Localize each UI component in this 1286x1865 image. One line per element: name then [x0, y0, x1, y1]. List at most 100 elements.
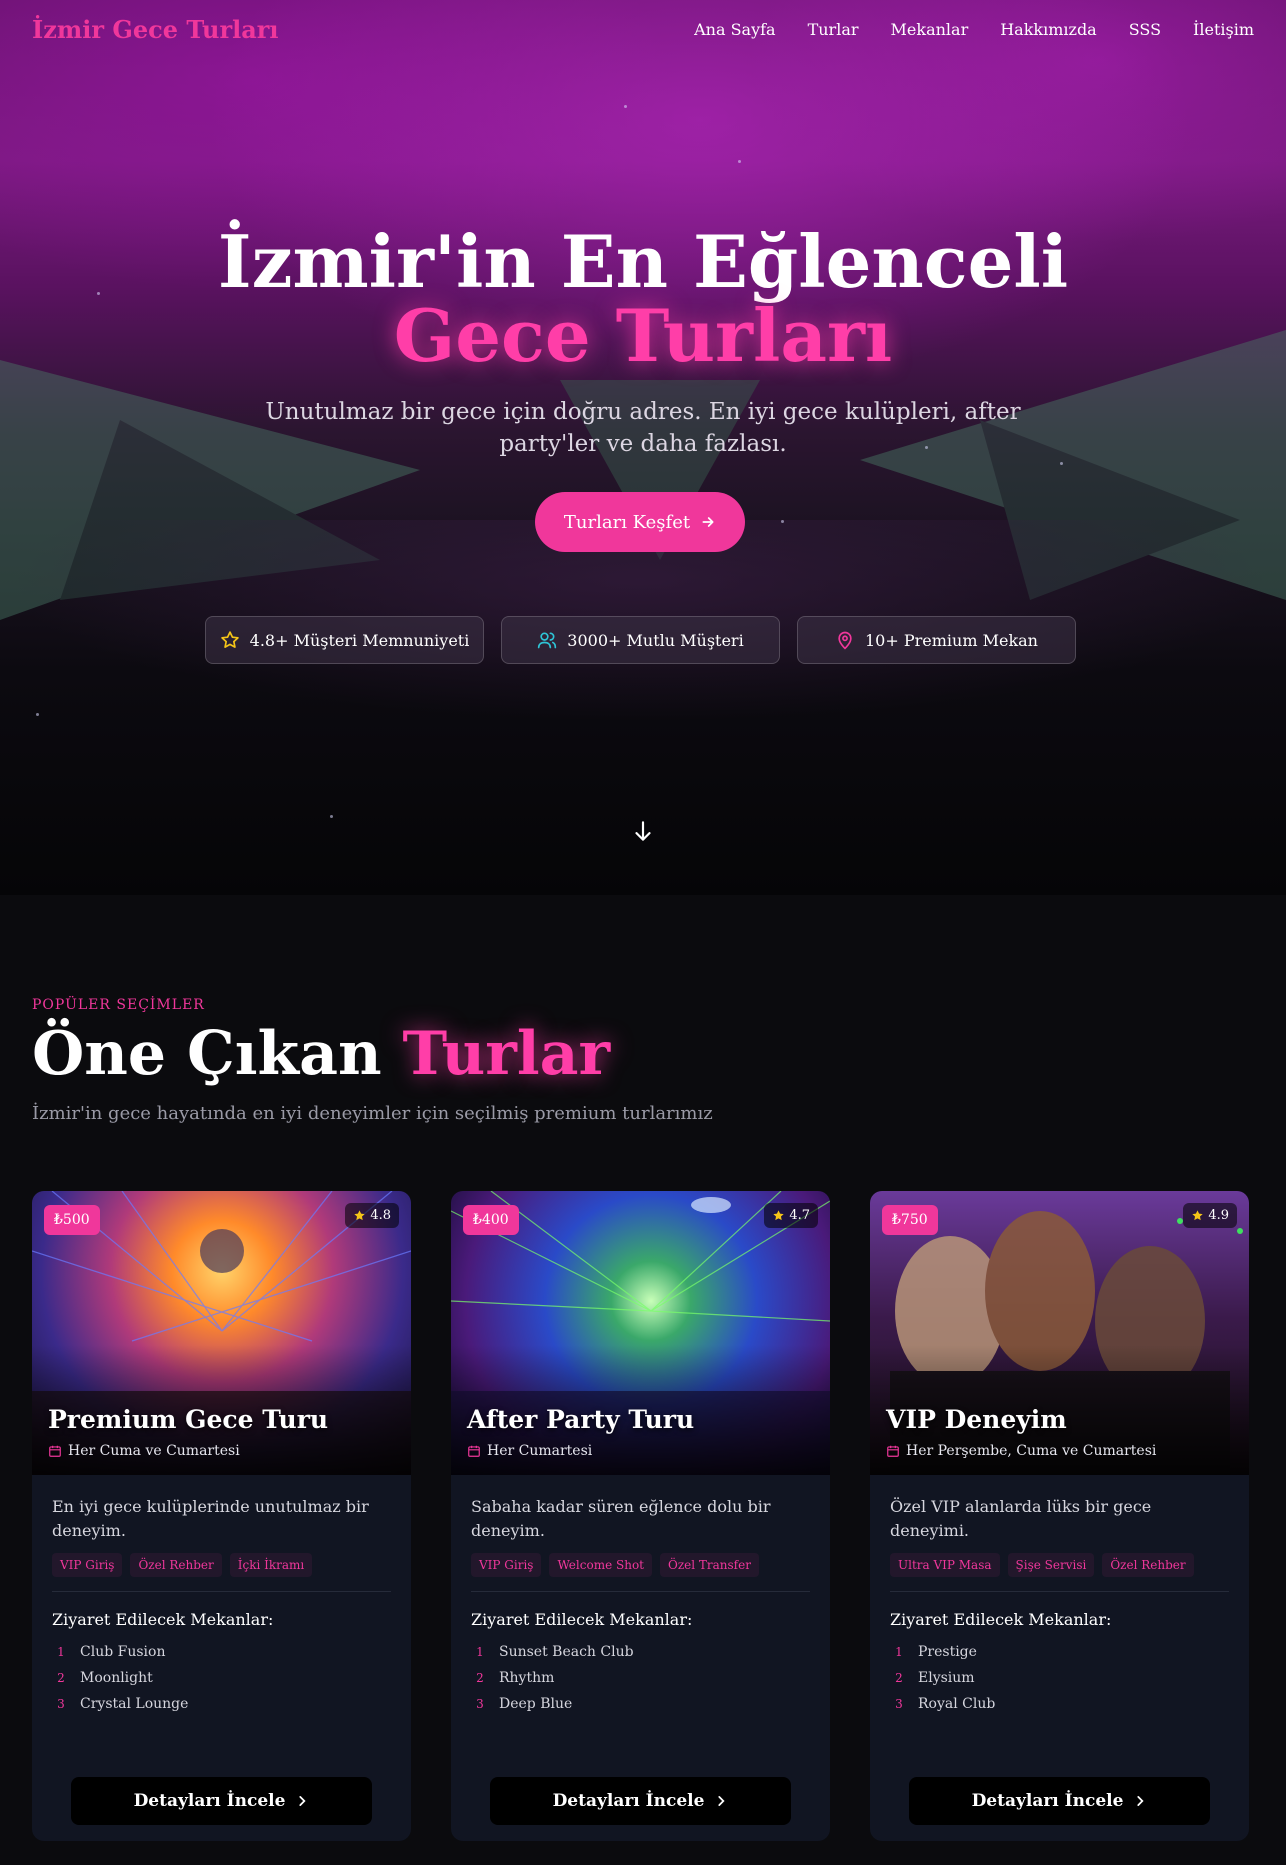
- tour-title: VIP Deneyim: [886, 1405, 1067, 1434]
- venue-number: 1: [895, 1645, 903, 1659]
- venue-number: 2: [57, 1671, 65, 1685]
- venues-heading: Ziyaret Edilecek Mekanlar:: [471, 1610, 693, 1629]
- venue-item: 3 Crystal Lounge: [52, 1691, 391, 1717]
- venue-number: 1: [476, 1645, 484, 1659]
- view-details-button[interactable]: Detayları İncele: [909, 1777, 1210, 1825]
- tour-schedule: Her Cuma ve Cumartesi: [48, 1443, 240, 1459]
- tour-description: Sabaha kadar süren eğlence dolu bir dene…: [471, 1497, 771, 1540]
- nav-link-contact[interactable]: İletişim: [1193, 20, 1254, 39]
- calendar-icon: [468, 1445, 480, 1457]
- top-navigation: İzmir Gece Turları Ana Sayfa Turlar Meka…: [0, 0, 1286, 58]
- map-pin-icon: [838, 631, 852, 650]
- tour-card: ₺400 4.7 After Party Turu Her Cumartesi …: [451, 1191, 830, 1841]
- price-badge: ₺400: [463, 1205, 519, 1235]
- venue-number: 2: [476, 1671, 484, 1685]
- hero-stats: 4.8+ Müşteri Memnuniyeti 3000+ Mutlu Müş…: [205, 616, 1076, 664]
- star-icon: [773, 1210, 784, 1221]
- calendar-icon: [49, 1445, 61, 1457]
- nav-link-home[interactable]: Ana Sayfa: [694, 20, 775, 39]
- arrow-right-icon: [702, 517, 714, 527]
- view-details-label: Detayları İncele: [552, 1791, 705, 1811]
- venues-heading: Ziyaret Edilecek Mekanlar:: [890, 1610, 1112, 1629]
- divider: [890, 1591, 1229, 1592]
- section-title: Öne Çıkan Turlar: [32, 1019, 610, 1089]
- star-icon: [1192, 1210, 1203, 1221]
- stat-venues: 10+ Premium Mekan: [797, 616, 1076, 664]
- featured-tours-section: POPÜLER SEÇİMLER Öne Çıkan Turlar İzmir'…: [0, 895, 1286, 1865]
- tour-card-body: Özel VIP alanlarda lüks bir gece deneyim…: [870, 1475, 1249, 1717]
- nav-link-tours[interactable]: Turlar: [808, 20, 859, 39]
- star-icon: [354, 1210, 365, 1221]
- calendar-icon: [887, 1445, 899, 1457]
- tour-image: ₺400 4.7 After Party Turu Her Cumartesi: [451, 1191, 830, 1475]
- venue-number: 3: [895, 1697, 903, 1711]
- explore-tours-button[interactable]: Turları Keşfet: [535, 492, 745, 552]
- tour-image: ₺750 4.9 VIP Deneyim Her Perşembe, Cuma …: [870, 1191, 1249, 1475]
- stat-satisfaction: 4.8+ Müşteri Memnuniyeti: [205, 616, 484, 664]
- venue-number: 2: [895, 1671, 903, 1685]
- tour-schedule-text: Her Perşembe, Cuma ve Cumartesi: [906, 1443, 1157, 1459]
- tour-card-body: En iyi gece kulüplerinde unutulmaz bir d…: [32, 1475, 411, 1717]
- rating-value: 4.8: [370, 1208, 391, 1223]
- venue-item: 3 Deep Blue: [471, 1691, 810, 1717]
- section-subtitle: İzmir'in gece hayatında en iyi deneyimle…: [32, 1103, 713, 1124]
- particle: [330, 815, 333, 818]
- view-details-button[interactable]: Detayları İncele: [71, 1777, 372, 1825]
- divider: [52, 1591, 391, 1592]
- feature-tag: VIP Giriş: [471, 1553, 542, 1577]
- venue-name: Elysium: [918, 1670, 975, 1686]
- venue-item: 1 Sunset Beach Club: [471, 1639, 810, 1665]
- arrow-down-icon[interactable]: [630, 818, 656, 844]
- tour-schedule-text: Her Cumartesi: [487, 1443, 593, 1459]
- hero-title-line1: İzmir'in En Eğlenceli: [217, 219, 1069, 304]
- tour-card-body: Sabaha kadar süren eğlence dolu bir dene…: [451, 1475, 830, 1717]
- brand-logo[interactable]: İzmir Gece Turları: [32, 15, 279, 44]
- nav-link-venues[interactable]: Mekanlar: [891, 20, 969, 39]
- price-badge: ₺750: [882, 1205, 938, 1235]
- view-details-button[interactable]: Detayları İncele: [490, 1777, 791, 1825]
- venue-number: 1: [57, 1645, 65, 1659]
- nav-link-about[interactable]: Hakkımızda: [1000, 20, 1097, 39]
- star-icon: [220, 631, 239, 648]
- tour-title: Premium Gece Turu: [48, 1405, 329, 1434]
- section-title-main: Öne Çıkan: [32, 1019, 382, 1089]
- venue-name: Moonlight: [80, 1670, 153, 1686]
- rating-value: 4.9: [1208, 1208, 1229, 1223]
- particle: [36, 713, 39, 716]
- stat-venues-label: 10+ Premium Mekan: [865, 630, 1038, 650]
- tour-cards: ₺500 4.8 Premium Gece Turu Her Cuma ve C…: [32, 1191, 1249, 1841]
- rating-badge: 4.8: [345, 1203, 399, 1228]
- rating-badge: 4.7: [764, 1203, 818, 1228]
- view-details-label: Detayları İncele: [971, 1791, 1124, 1811]
- feature-tag: Ultra VIP Masa: [890, 1553, 1000, 1577]
- venue-item: 1 Club Fusion: [52, 1639, 391, 1665]
- venue-item: 1 Prestige: [890, 1639, 1229, 1665]
- particle: [624, 105, 627, 108]
- chevron-right-icon: [299, 1796, 307, 1806]
- venue-name: Sunset Beach Club: [499, 1644, 634, 1660]
- feature-tag: Welcome Shot: [549, 1553, 652, 1577]
- tour-description: En iyi gece kulüplerinde unutulmaz bir d…: [52, 1497, 369, 1540]
- venue-name: Royal Club: [918, 1696, 996, 1712]
- venue-name: Prestige: [918, 1644, 977, 1660]
- tour-schedule: Her Cumartesi: [467, 1443, 592, 1459]
- hero-title: İzmir'in En Eğlenceli Gece Turları: [0, 225, 1286, 373]
- nav-link-faq[interactable]: SSS: [1129, 20, 1161, 39]
- venue-name: Club Fusion: [80, 1644, 166, 1660]
- venue-item: 3 Royal Club: [890, 1691, 1229, 1717]
- divider: [471, 1591, 810, 1592]
- feature-tag: Özel Transfer: [659, 1553, 759, 1577]
- nav-links: Ana Sayfa Turlar Mekanlar Hakkımızda SSS…: [694, 20, 1254, 39]
- view-details-label: Detayları İncele: [133, 1791, 286, 1811]
- tour-schedule-text: Her Cuma ve Cumartesi: [68, 1443, 240, 1459]
- particle: [1060, 462, 1063, 465]
- tour-schedule: Her Perşembe, Cuma ve Cumartesi: [886, 1443, 1156, 1459]
- rating-badge: 4.9: [1183, 1203, 1237, 1228]
- hero-title-highlight: Gece Turları: [393, 293, 893, 378]
- venue-number: 3: [57, 1697, 65, 1711]
- tour-card: ₺500 4.8 Premium Gece Turu Her Cuma ve C…: [32, 1191, 411, 1841]
- tour-title: After Party Turu: [467, 1405, 695, 1434]
- venues-heading: Ziyaret Edilecek Mekanlar:: [52, 1610, 274, 1629]
- chevron-right-icon: [718, 1796, 726, 1806]
- tour-features: VIP Giriş Welcome Shot Özel Transfer: [471, 1553, 810, 1577]
